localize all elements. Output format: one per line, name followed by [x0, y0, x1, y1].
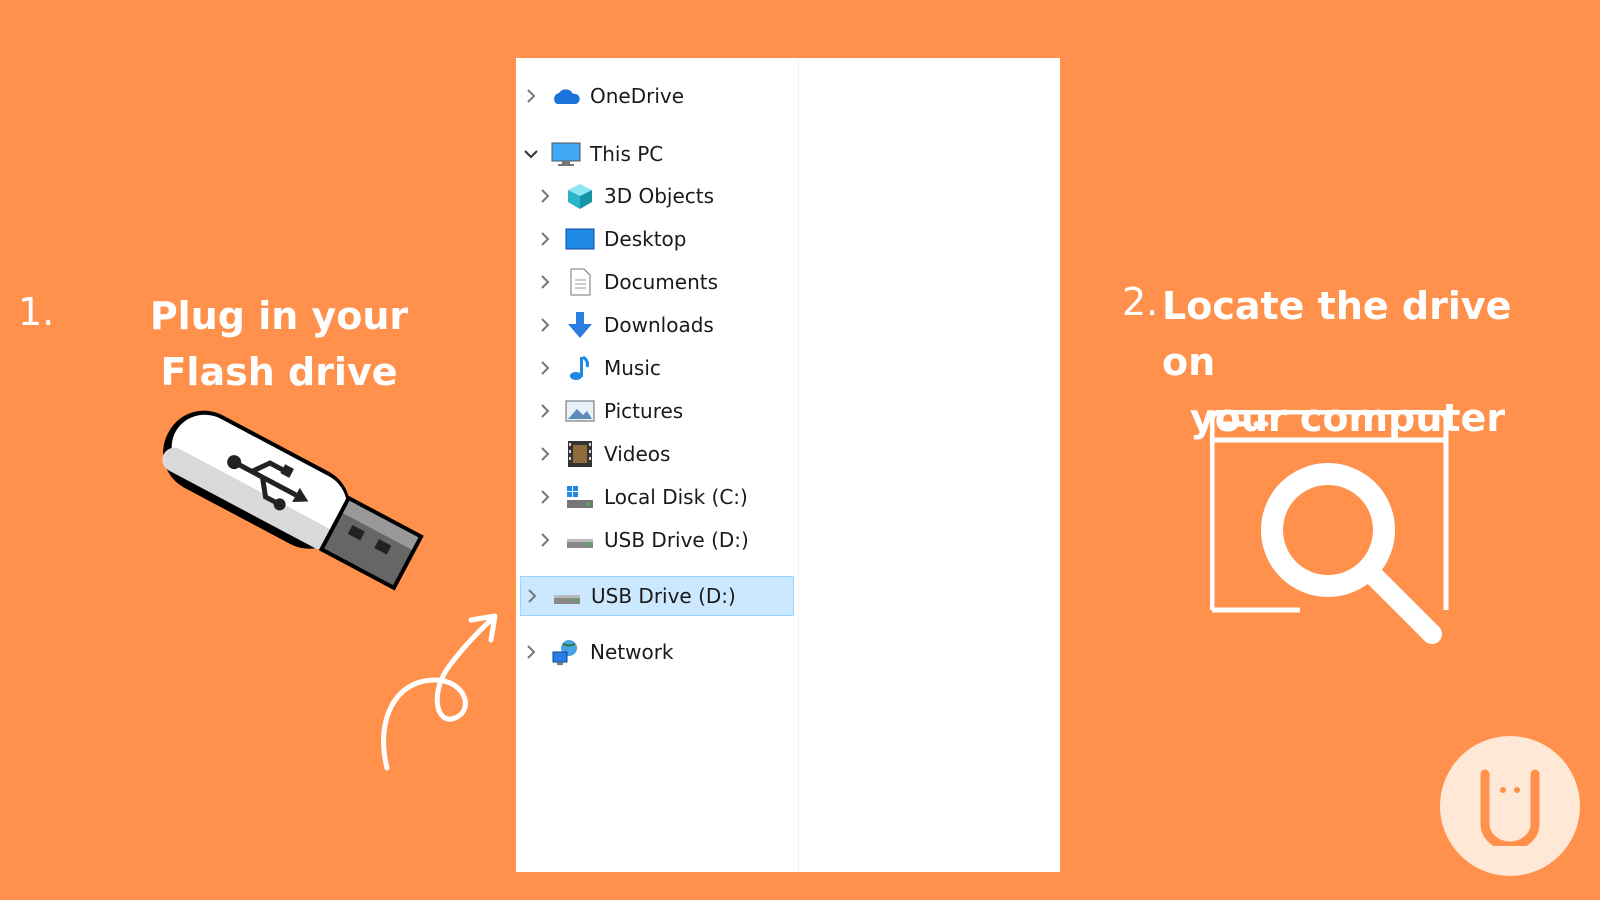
chevron-right-icon[interactable]	[534, 360, 556, 376]
nav-item-label: This PC	[590, 142, 664, 166]
chevron-right-icon[interactable]	[521, 588, 543, 604]
chevron-right-icon[interactable]	[534, 188, 556, 204]
nav-item-label: Downloads	[604, 313, 714, 337]
nav-item-label: Videos	[604, 442, 671, 466]
chevron-right-icon[interactable]	[534, 446, 556, 462]
nav-item-label: Music	[604, 356, 661, 380]
pictures-icon	[564, 397, 596, 425]
step1-number: 1.	[18, 290, 55, 334]
network-icon	[550, 638, 582, 666]
chevron-right-icon[interactable]	[520, 644, 542, 660]
chevron-down-icon[interactable]	[520, 148, 542, 160]
videos-icon	[564, 440, 596, 468]
nav-item-onedrive[interactable]: OneDrive	[520, 76, 684, 116]
nav-item-pictures[interactable]: Pictures	[534, 391, 683, 431]
local-disk-icon	[564, 483, 596, 511]
nav-item-music[interactable]: Music	[534, 348, 661, 388]
nav-item-label: USB Drive (D:)	[591, 584, 736, 608]
nav-item-desktop[interactable]: Desktop	[534, 219, 686, 259]
this-pc-icon	[550, 140, 582, 168]
step2-text-line1: Locate the drive on	[1162, 284, 1512, 384]
usb-drive-icon	[564, 526, 596, 554]
nav-item-label: 3D Objects	[604, 184, 715, 208]
nav-item-label: Local Disk (C:)	[604, 485, 748, 509]
documents-icon	[564, 268, 596, 296]
desktop-icon	[564, 225, 596, 253]
usb-flash-drive-icon	[162, 410, 424, 591]
nav-item-local-disk[interactable]: Local Disk (C:)	[534, 477, 748, 517]
nav-item-label: Desktop	[604, 227, 687, 251]
file-explorer-panel: OneDrive This PC 3D Objects Desktop Docu…	[516, 58, 1060, 872]
music-icon	[564, 354, 596, 382]
nav-item-label: Network	[590, 640, 674, 664]
chevron-right-icon[interactable]	[534, 532, 556, 548]
navigation-pane: OneDrive This PC 3D Objects Desktop Docu…	[516, 58, 799, 872]
nav-item-label: Pictures	[604, 399, 684, 423]
downloads-icon	[564, 311, 596, 339]
nav-item-documents[interactable]: Documents	[534, 262, 718, 302]
nav-item-downloads[interactable]: Downloads	[534, 305, 714, 345]
nav-item-this-pc[interactable]: This PC	[520, 134, 663, 174]
nav-item-usb-drive[interactable]: USB Drive (D:)	[534, 520, 749, 560]
nav-item-label: USB Drive (D:)	[604, 528, 749, 552]
browser-search-icon	[1210, 410, 1449, 644]
chevron-right-icon[interactable]	[534, 317, 556, 333]
logo-icon	[1440, 736, 1580, 876]
usb-drive-icon	[551, 582, 583, 610]
step2-number: 2.	[1122, 280, 1159, 324]
chevron-right-icon[interactable]	[534, 231, 556, 247]
nav-item-videos[interactable]: Videos	[534, 434, 670, 474]
chevron-right-icon[interactable]	[520, 88, 542, 104]
curved-arrow-icon	[381, 613, 498, 771]
chevron-right-icon[interactable]	[534, 274, 556, 290]
chevron-right-icon[interactable]	[534, 403, 556, 419]
nav-item-3d-objects[interactable]: 3D Objects	[534, 176, 714, 216]
nav-item-usb-drive-selected[interactable]: USB Drive (D:)	[520, 576, 794, 616]
onedrive-icon	[550, 82, 582, 110]
nav-item-label: OneDrive	[590, 84, 685, 108]
nav-item-label: Documents	[604, 270, 719, 294]
step1-text: Plug in your Flash drive	[149, 294, 409, 394]
chevron-right-icon[interactable]	[534, 489, 556, 505]
3d-objects-icon	[564, 182, 596, 210]
nav-item-network[interactable]: Network	[520, 632, 674, 672]
